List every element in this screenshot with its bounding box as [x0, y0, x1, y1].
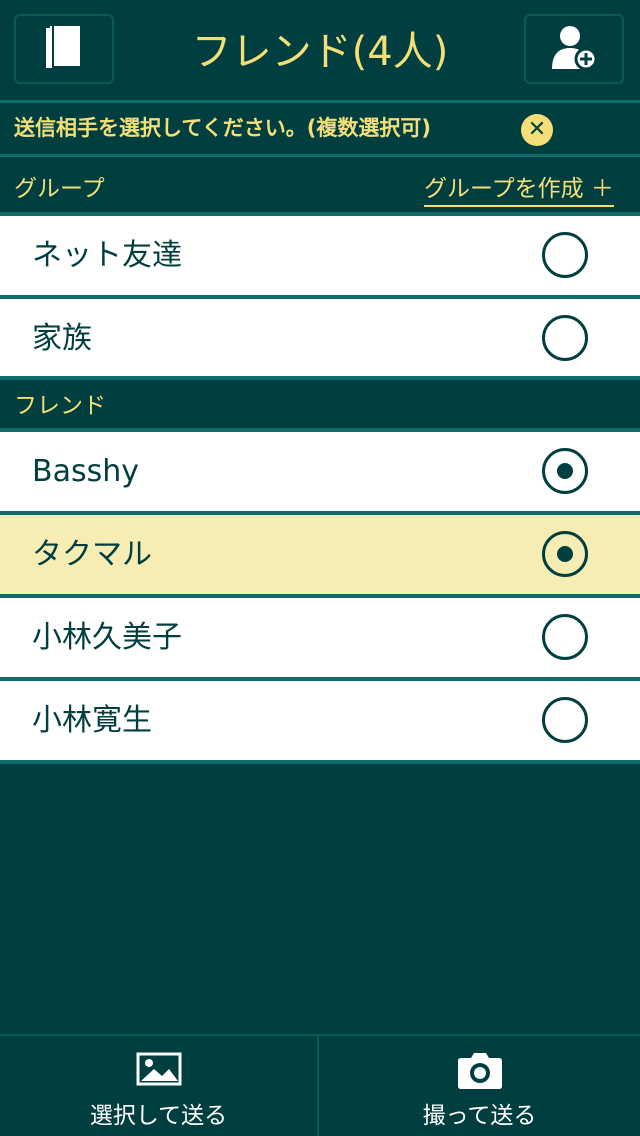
- page-title: フレンド(4人): [191, 29, 449, 75]
- friend-label: Basshy: [32, 454, 139, 489]
- group-label: 家族: [32, 321, 92, 356]
- friend-label: タクマル: [32, 537, 152, 572]
- list-item-friend[interactable]: 小林寛生: [0, 681, 640, 760]
- header: フレンド(4人): [0, 0, 640, 100]
- notice-bar: 送信相手を選択してください。(複数選択可) ✕: [0, 100, 640, 157]
- group-section-header: グループ グループを作成 ＋: [0, 157, 640, 214]
- radio-button-selected[interactable]: [542, 448, 588, 494]
- radio-button[interactable]: [542, 232, 588, 278]
- friend-section-header: フレンド: [0, 380, 640, 428]
- select-and-send-label: 選択して送る: [89, 1103, 228, 1129]
- list-item-friend[interactable]: Basshy: [0, 432, 640, 511]
- list-item-friend[interactable]: 小林久美子: [0, 598, 640, 677]
- radio-button[interactable]: [542, 315, 588, 361]
- camera-icon: [457, 1052, 503, 1094]
- create-group-link[interactable]: グループを作成 ＋: [424, 169, 614, 207]
- radio-button[interactable]: [542, 697, 588, 743]
- shoot-and-send-button[interactable]: 撮って送る: [320, 1036, 639, 1136]
- radio-button-selected[interactable]: [542, 531, 588, 577]
- image-icon: [136, 1052, 182, 1090]
- divider: [0, 760, 640, 764]
- list-item-friend[interactable]: タクマル: [0, 515, 640, 594]
- radio-button[interactable]: [542, 614, 588, 660]
- close-icon[interactable]: ✕: [521, 114, 553, 146]
- group-section-label: グループ: [14, 176, 105, 202]
- list-item-group[interactable]: 家族: [0, 299, 640, 378]
- group-label: ネット友達: [32, 238, 182, 273]
- select-and-send-button[interactable]: 選択して送る: [0, 1036, 319, 1136]
- list-item-group[interactable]: ネット友達: [0, 216, 640, 295]
- friend-section-label: フレンド: [14, 393, 106, 419]
- add-friend-button[interactable]: [524, 14, 624, 84]
- shoot-and-send-label: 撮って送る: [422, 1103, 537, 1129]
- radio-dot: [557, 546, 573, 562]
- book-button[interactable]: [14, 14, 114, 84]
- add-user-icon: [550, 23, 598, 75]
- bottom-bar: 選択して送る 撮って送る: [0, 1034, 640, 1136]
- notice-text: 送信相手を選択してください。(複数選択可): [14, 116, 431, 140]
- radio-dot: [557, 463, 573, 479]
- friend-label: 小林寛生: [32, 703, 152, 738]
- friend-label: 小林久美子: [32, 620, 182, 655]
- book-icon: [44, 24, 84, 74]
